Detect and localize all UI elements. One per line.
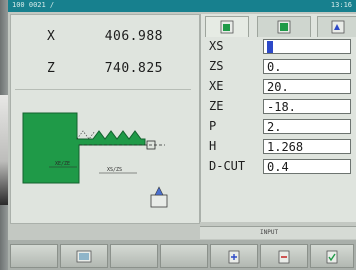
tab-thread-profile[interactable] — [205, 16, 249, 37]
param-row-xs: XS — [205, 38, 356, 56]
axis-value-z: 740.825 — [104, 61, 163, 76]
screen-icon — [76, 250, 92, 263]
status-clock: 13:16 — [330, 1, 352, 9]
param-label-xs: XS — [209, 39, 224, 53]
softkey-1[interactable] — [10, 244, 58, 268]
param-label-h: H — [209, 139, 217, 153]
delete-icon — [278, 250, 290, 264]
param-field-dcut[interactable]: 0.4 — [263, 159, 351, 174]
param-label-xe: XE — [209, 79, 224, 93]
divider — [15, 89, 191, 90]
coord-row-z: Z 740.825 — [15, 57, 191, 81]
param-field-h[interactable]: 1.268 — [263, 139, 351, 154]
param-label-zs: ZS — [209, 59, 224, 73]
axis-value-x: 406.988 — [104, 29, 163, 44]
param-field-zs[interactable]: 0. — [263, 59, 351, 74]
param-row-h: H 1.268 — [205, 138, 356, 156]
cnc-screen: 100 0021 / 13:16 X 406.988 Z 740.825 XE/… — [8, 0, 356, 270]
param-label-p: P — [209, 119, 217, 133]
parameter-panel: XS ZS 0. XE 20. ZE -18. P 2. H 1.268 D-C… — [200, 14, 356, 222]
softkey-7[interactable] — [310, 244, 354, 268]
softkey-5[interactable] — [210, 244, 258, 268]
softkey-4[interactable] — [160, 244, 208, 268]
status-left-text: 100 0021 / — [12, 1, 55, 9]
tool-tip — [154, 186, 164, 196]
softkey-3[interactable] — [110, 244, 158, 268]
tab-thread-table[interactable] — [257, 16, 311, 37]
confirm-icon — [326, 250, 338, 264]
workpiece-shape — [22, 112, 146, 184]
tab-tool-data[interactable] — [317, 16, 356, 37]
param-row-ze: ZE -18. — [205, 98, 356, 116]
param-label-ze: ZE — [209, 99, 224, 113]
axis-label-z: Z — [47, 61, 55, 76]
coord-row-x: X 406.988 — [15, 25, 191, 49]
param-field-xs[interactable] — [263, 39, 351, 54]
position-panel: X 406.988 Z 740.825 XE/ZE XS/ZS — [10, 14, 200, 224]
thread-dotted-outline — [76, 130, 96, 140]
param-row-dcut: D-CUT 0.4 — [205, 158, 356, 176]
svg-text:XS/ZS: XS/ZS — [107, 167, 122, 173]
param-row-zs: ZS 0. — [205, 58, 356, 76]
tool-data-icon — [331, 20, 345, 34]
input-cursor — [267, 41, 273, 53]
param-field-ze[interactable]: -18. — [263, 99, 351, 114]
thread-guidance-diagram: XE/ZE XS/ZS — [22, 112, 168, 208]
param-field-xe[interactable]: 20. — [263, 79, 351, 94]
softkey-6[interactable] — [260, 244, 308, 268]
param-row-xe: XE 20. — [205, 78, 356, 96]
input-info-strip: INPUT — [200, 226, 356, 239]
softkey-2[interactable] — [60, 244, 108, 268]
info-strip-text: INPUT — [260, 229, 279, 236]
insert-icon — [228, 250, 240, 264]
axis-label-x: X — [47, 29, 55, 44]
thread-profile-icon — [220, 20, 234, 34]
param-label-dcut: D-CUT — [209, 159, 246, 173]
tool-body — [150, 194, 168, 208]
svg-text:XE/ZE: XE/ZE — [55, 161, 70, 167]
thread-table-icon — [277, 20, 291, 34]
coordinate-display: X 406.988 Z 740.825 — [15, 19, 191, 81]
status-bar: 100 0021 / 13:16 — [8, 0, 356, 12]
softkey-bar — [8, 240, 356, 270]
param-field-p[interactable]: 2. — [263, 119, 351, 134]
param-row-p: P 2. — [205, 118, 356, 136]
